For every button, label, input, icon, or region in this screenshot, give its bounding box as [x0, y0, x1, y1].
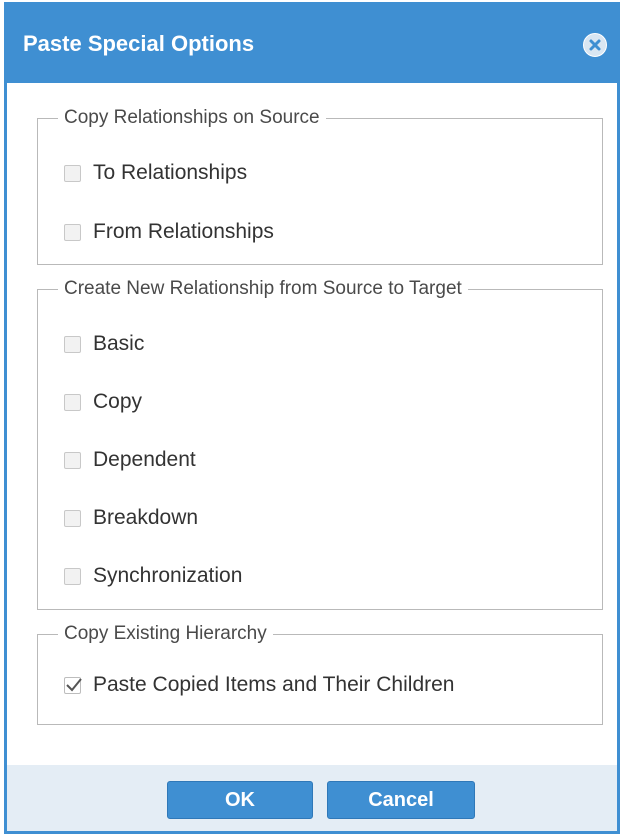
from-relationships-option[interactable]: From Relationships — [64, 220, 274, 244]
dialog-titlebar: Paste Special Options — [7, 5, 617, 83]
option-label: Basic — [93, 332, 145, 355]
synchronization-checkbox[interactable] — [64, 567, 81, 585]
dependent-checkbox[interactable] — [64, 451, 81, 469]
option-label: Copy — [93, 390, 143, 413]
close-icon[interactable] — [583, 33, 607, 57]
dialog-footer: OK Cancel — [7, 765, 617, 831]
breakdown-option[interactable]: Breakdown — [64, 506, 198, 530]
synchronization-option[interactable]: Synchronization — [64, 564, 242, 588]
option-label: Paste Copied Items and Their Children — [93, 673, 455, 696]
dependent-option[interactable]: Dependent — [64, 448, 196, 472]
option-label: From Relationships — [93, 220, 274, 243]
dialog-title: Paste Special Options — [23, 31, 255, 56]
group-legend: Copy Relationships on Source — [64, 107, 320, 128]
to-relationships-option[interactable]: To Relationships — [64, 161, 247, 185]
cancel-button[interactable]: Cancel — [327, 781, 475, 819]
copy-relationships-group: Copy Relationships on Source To Relation… — [37, 107, 603, 265]
option-label: To Relationships — [93, 161, 248, 184]
copy-checkbox[interactable] — [64, 393, 81, 411]
create-relationship-group: Create New Relationship from Source to T… — [37, 278, 603, 610]
option-label: Dependent — [93, 448, 196, 471]
checkmark-icon — [66, 677, 82, 691]
group-legend: Copy Existing Hierarchy — [64, 623, 267, 644]
option-label: Synchronization — [93, 564, 243, 587]
to-relationships-checkbox[interactable] — [64, 164, 81, 182]
from-relationships-checkbox[interactable] — [64, 223, 81, 241]
group-legend: Create New Relationship from Source to T… — [64, 278, 462, 299]
paste-children-option[interactable]: Paste Copied Items and Their Children — [64, 673, 454, 697]
basic-checkbox[interactable] — [64, 335, 81, 353]
breakdown-checkbox[interactable] — [64, 509, 81, 527]
paste-special-dialog: Paste Special Options Copy Relationships… — [4, 2, 620, 834]
basic-option[interactable]: Basic — [64, 332, 144, 356]
copy-hierarchy-group: Copy Existing Hierarchy Paste Copied Ite… — [37, 623, 603, 725]
copy-option[interactable]: Copy — [64, 390, 142, 414]
paste-children-checkbox[interactable] — [64, 676, 82, 694]
ok-button[interactable]: OK — [167, 781, 313, 819]
option-label: Breakdown — [93, 506, 199, 529]
